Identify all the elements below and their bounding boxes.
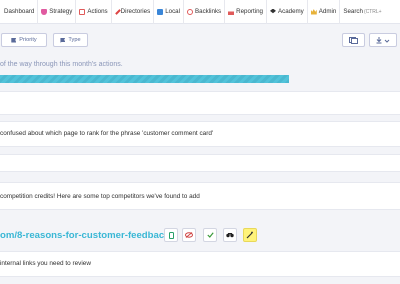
type-filter-button[interactable]: Type bbox=[53, 33, 88, 47]
nav-actions[interactable]: Actions bbox=[76, 0, 110, 24]
monthly-progress-bar bbox=[0, 75, 289, 83]
nav-reporting[interactable]: Reporting bbox=[225, 0, 266, 24]
page-url-title[interactable]: om/8-reasons-for-customer-feedback bbox=[0, 230, 170, 241]
glasses-icon bbox=[226, 233, 234, 238]
nav-backlinks-label: Backlinks bbox=[195, 8, 222, 15]
mobile-icon bbox=[168, 231, 174, 239]
action-row-competitors[interactable]: competition credits! Here are some top c… bbox=[0, 182, 400, 210]
priority-filter-button[interactable]: Priority bbox=[1, 33, 47, 47]
magic-wand-icon bbox=[246, 231, 253, 239]
nav-admin[interactable]: Admin bbox=[308, 0, 340, 24]
nav-directories[interactable]: Directories bbox=[112, 0, 154, 24]
link-icon bbox=[187, 8, 193, 15]
nav-dashboard[interactable]: Dashboard bbox=[0, 0, 37, 24]
nav-reporting-label: Reporting bbox=[236, 8, 263, 15]
flag-icon bbox=[60, 37, 66, 43]
progress-caption: of the way through this month's actions. bbox=[0, 61, 123, 68]
priority-filter-label: Priority bbox=[19, 37, 37, 43]
action-row-internal-links[interactable]: internal links you need to review bbox=[0, 251, 400, 277]
nav-admin-label: Admin bbox=[318, 8, 337, 15]
window-icon bbox=[349, 36, 358, 44]
nav-strategy-label: Strategy bbox=[49, 8, 73, 15]
list-item-spacer bbox=[0, 154, 400, 172]
wrench-icon bbox=[114, 8, 121, 15]
search-shortcut: (CTRL+ bbox=[363, 8, 382, 15]
server-icon bbox=[157, 8, 164, 15]
action-row-text: confused about which page to rank for th… bbox=[0, 130, 214, 137]
nav-actions-label: Actions bbox=[87, 8, 108, 15]
nav-search[interactable]: Search (CTRL+ bbox=[340, 0, 381, 24]
nav-search-label: Search bbox=[343, 8, 363, 15]
top-navigation: Dashboard Strategy Actions Directories L… bbox=[0, 0, 400, 24]
graduation-cap-icon bbox=[269, 8, 276, 14]
list-item-spacer bbox=[0, 91, 400, 115]
nav-strategy[interactable]: Strategy bbox=[38, 0, 75, 24]
nav-backlinks[interactable]: Backlinks bbox=[184, 0, 224, 24]
nav-academy-label: Academy bbox=[277, 8, 304, 15]
nav-local-label: Local bbox=[165, 8, 180, 15]
flag-icon bbox=[11, 37, 17, 43]
action-row-cannibalisation[interactable]: confused about which page to rank for th… bbox=[0, 121, 400, 147]
nav-directories-label: Directories bbox=[120, 8, 151, 15]
checkbox-icon bbox=[79, 8, 86, 15]
view-toggle-button[interactable] bbox=[342, 33, 365, 47]
download-icon bbox=[376, 36, 390, 43]
chart-icon bbox=[228, 8, 235, 15]
download-dropdown-button[interactable] bbox=[369, 33, 397, 47]
hide-button[interactable] bbox=[182, 228, 196, 242]
inspect-button[interactable] bbox=[223, 228, 237, 242]
progress-fill bbox=[0, 75, 289, 83]
mobile-button[interactable] bbox=[164, 228, 178, 242]
nav-local[interactable]: Local bbox=[154, 0, 183, 24]
shield-icon bbox=[41, 8, 48, 15]
crown-icon bbox=[310, 9, 317, 15]
eye-slash-icon bbox=[185, 232, 193, 238]
nav-academy[interactable]: Academy bbox=[267, 0, 307, 24]
type-filter-label: Type bbox=[68, 37, 81, 43]
action-row-text: competition credits! Here are some top c… bbox=[0, 193, 200, 200]
action-row-text: internal links you need to review bbox=[0, 260, 91, 267]
complete-button[interactable] bbox=[203, 228, 217, 242]
checkmark-icon bbox=[206, 232, 214, 238]
magic-wand-button[interactable] bbox=[243, 228, 257, 242]
nav-dashboard-label: Dashboard bbox=[4, 8, 35, 15]
